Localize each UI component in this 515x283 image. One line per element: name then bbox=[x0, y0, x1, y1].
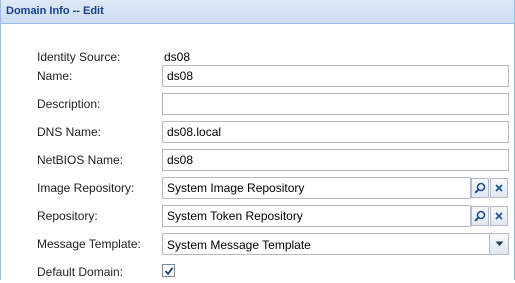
name-row: Name: bbox=[1, 65, 515, 87]
domain-info-panel: Domain Info -- Edit Identity Source: ds0… bbox=[0, 0, 515, 280]
search-icon bbox=[474, 182, 486, 194]
repository-field[interactable] bbox=[162, 205, 471, 227]
netbios-name-label: NetBIOS Name: bbox=[37, 153, 124, 167]
identity-source-value: ds08 bbox=[164, 50, 191, 64]
dns-name-label: DNS Name: bbox=[37, 125, 102, 139]
message-template-row: Message Template: System Message Templat… bbox=[1, 233, 515, 255]
image-repository-label: Image Repository: bbox=[37, 181, 135, 195]
message-template-label: Message Template: bbox=[37, 237, 141, 251]
repository-clear-button[interactable] bbox=[490, 206, 508, 226]
message-template-selected: System Message Template bbox=[167, 238, 311, 252]
repository-search-button[interactable] bbox=[471, 206, 489, 226]
image-repository-clear-button[interactable] bbox=[490, 178, 508, 198]
chevron-down-icon bbox=[495, 241, 503, 246]
image-repository-search-button[interactable] bbox=[471, 178, 489, 198]
description-row: Description: bbox=[1, 93, 515, 115]
description-label: Description: bbox=[37, 97, 101, 111]
clear-icon bbox=[495, 212, 503, 220]
netbios-name-field[interactable] bbox=[162, 149, 509, 171]
image-repository-field[interactable] bbox=[162, 177, 471, 199]
message-template-select[interactable]: System Message Template bbox=[162, 233, 509, 255]
identity-source-label: Identity Source: bbox=[37, 50, 121, 64]
repository-row: Repository: bbox=[1, 205, 515, 227]
name-field[interactable] bbox=[162, 65, 509, 87]
default-domain-checkbox[interactable] bbox=[162, 264, 175, 277]
clear-icon bbox=[495, 184, 503, 192]
netbios-name-row: NetBIOS Name: bbox=[1, 149, 515, 171]
checkmark-icon bbox=[164, 266, 173, 275]
description-field[interactable] bbox=[162, 93, 509, 115]
panel-title: Domain Info -- Edit bbox=[1, 0, 514, 24]
dns-name-field[interactable] bbox=[162, 121, 509, 143]
repository-label: Repository: bbox=[37, 209, 98, 223]
image-repository-row: Image Repository: bbox=[1, 177, 515, 199]
search-icon bbox=[474, 210, 486, 222]
dns-name-row: DNS Name: bbox=[1, 121, 515, 143]
name-label: Name: bbox=[37, 69, 73, 83]
default-domain-label: Default Domain: bbox=[37, 265, 124, 279]
message-template-dropdown-button[interactable] bbox=[489, 234, 508, 254]
